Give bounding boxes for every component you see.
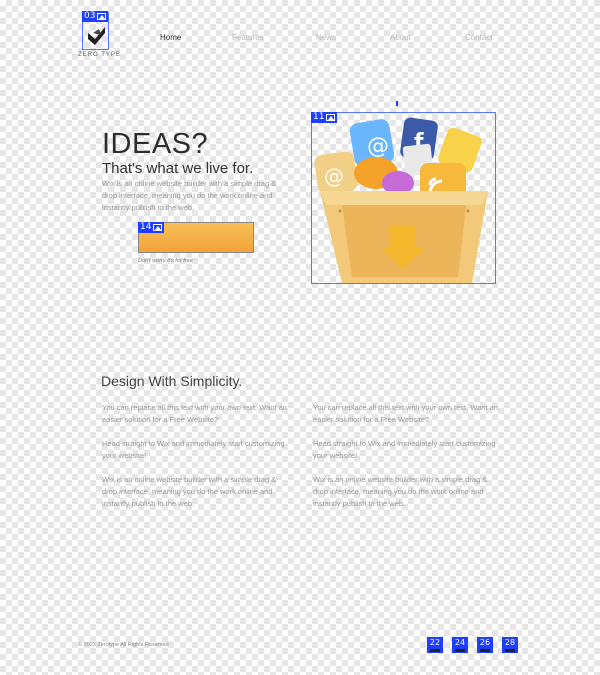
social-icon-4[interactable]: 28 [502,637,518,653]
rotate-handle[interactable] [396,101,398,106]
image-icon [153,224,163,231]
features-right-p2: Head straight to Wix and immediately sta… [313,439,496,460]
hero-image-editor-marker[interactable]: 11 [311,112,338,123]
nav-news[interactable]: News [316,33,336,42]
cta-editor-marker[interactable]: 14 [138,222,165,233]
features-left-p1: You can replace all this text with your … [102,403,287,424]
nav-features[interactable]: Features [232,33,264,42]
cta-caption: Don't worry it's for free [138,258,193,264]
features-title: Design With Simplicity. [101,373,243,389]
social-icon-1[interactable]: 22 [427,637,443,653]
hero-body: Wix is an online website builder with a … [102,179,277,212]
features-right-column: You can replace all this text with your … [313,402,498,522]
features-right-p3: Wix is an online website builder with a … [313,475,488,508]
image-icon [326,114,336,121]
social-icon-3[interactable]: 26 [477,637,493,653]
social-box-image: @ f @ [314,117,488,283]
social-icon-2[interactable]: 24 [452,637,468,653]
hero-subtitle: That's what we live for. [102,160,254,177]
image-icon [97,13,107,20]
logo-editor-marker[interactable]: 03 [82,11,109,22]
svg-text:@: @ [367,134,389,159]
features-left-p2: Head straight to Wix and immediately sta… [102,439,285,460]
features-right-p1: You can replace all this text with your … [313,403,498,424]
features-left-column: You can replace all this text with your … [102,402,287,522]
nav-contact[interactable]: Contact [465,33,493,42]
svg-text:@: @ [324,164,344,188]
footer-copyright: © 2023 Zerotype All Rights Reserved [78,642,169,648]
hero-image-selection[interactable]: @ f @ [311,112,496,284]
nav-about[interactable]: About [390,33,411,42]
hero-title: IDEAS? [102,128,209,160]
features-left-p3: Wix is an online website builder with a … [102,475,277,508]
nav-home[interactable]: Home [160,33,181,42]
logo-text: ZERO TYPE [78,52,121,58]
